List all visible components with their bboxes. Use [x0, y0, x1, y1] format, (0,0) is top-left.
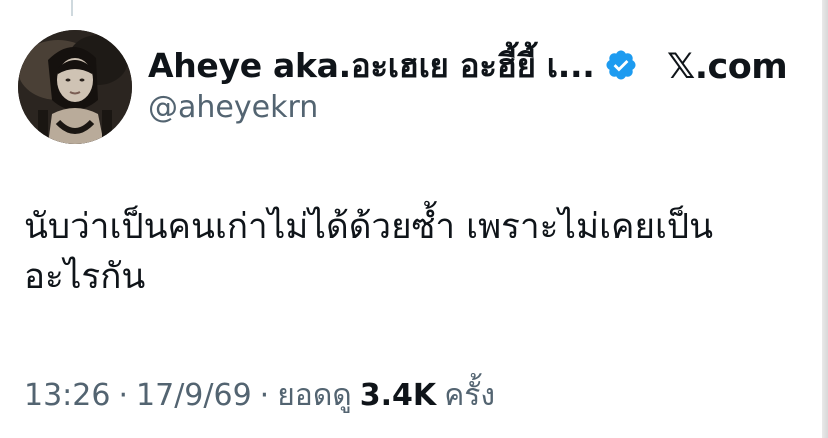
- screen-edge: [822, 0, 828, 438]
- verified-badge-icon: [604, 48, 638, 82]
- author-name-row[interactable]: Aheye aka.อะเฮเย อะฮี้ยี้ เ...: [148, 40, 638, 90]
- avatar-image: [18, 30, 132, 144]
- meta-separator: ·: [259, 377, 270, 413]
- meta-separator: ·: [118, 377, 129, 413]
- tweet-meta: 13:26 · 17/9/69 · ยอดดู 3.4K ครั้ง: [24, 370, 495, 420]
- views-count[interactable]: 3.4K: [360, 378, 436, 413]
- tweet-line-2: อะไรกัน: [24, 257, 146, 297]
- tweet-time[interactable]: 13:26: [24, 378, 110, 413]
- views-suffix: ครั้ง: [444, 377, 496, 413]
- x-brand: 𝕏.com: [666, 44, 788, 90]
- tweet-date[interactable]: 17/9/69: [136, 378, 252, 413]
- tweet-line-1: นับว่าเป็นคนเก่าไม่ได้ด้วยซ้ำ เพราะไม่เค…: [24, 207, 714, 247]
- avatar[interactable]: [18, 30, 132, 144]
- thread-connector-line: [71, 0, 73, 16]
- views-label: ยอดดู: [277, 377, 352, 413]
- author-display-name[interactable]: Aheye aka.อะเฮเย อะฮี้ยี้ เ...: [148, 39, 595, 92]
- tweet-body: นับว่าเป็นคนเก่าไม่ได้ด้วยซ้ำ เพราะไม่เค…: [24, 202, 814, 302]
- site-domain: 𝕏.com: [667, 47, 788, 87]
- author-handle[interactable]: @aheyekrn: [148, 90, 318, 125]
